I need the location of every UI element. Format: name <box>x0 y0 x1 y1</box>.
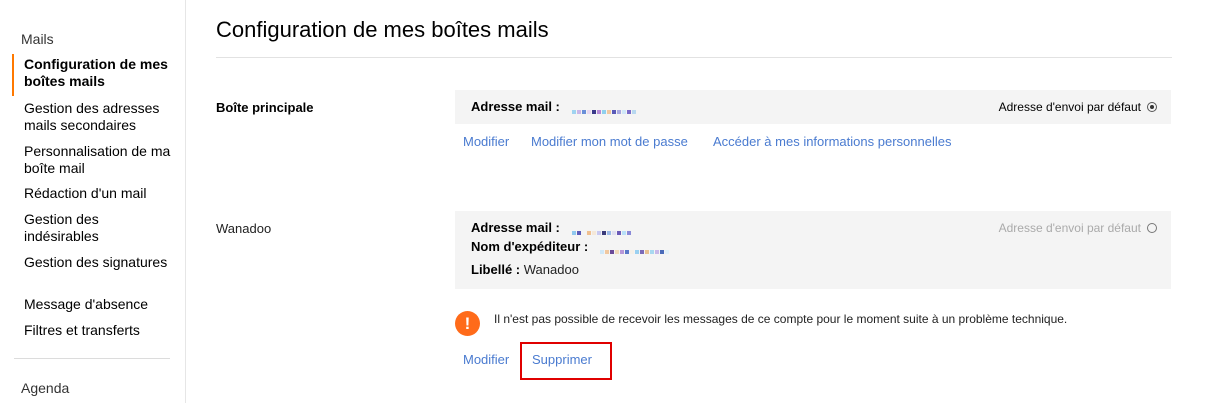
delete-highlight-box <box>520 342 612 380</box>
sidebar-item-filters[interactable]: Filtres et transferts <box>24 322 174 339</box>
address-label: Adresse mail : <box>471 220 560 235</box>
page-title: Configuration de mes boîtes mails <box>216 17 549 42</box>
wanadoo-default-sender[interactable]: Adresse d'envoi par défaut <box>999 221 1157 235</box>
default-sender-radio[interactable] <box>1147 102 1157 112</box>
sidebar-item-personalization[interactable]: Personnalisation de ma boîte mail <box>24 143 174 177</box>
sidebar-item-spam[interactable]: Gestion des indésirables <box>24 211 174 245</box>
settings-sidebar: Mails Configuration de mes boîtes mails … <box>0 0 186 403</box>
main-default-sender[interactable]: Adresse d'envoi par défaut <box>999 100 1157 114</box>
wanadoo-modify-link[interactable]: Modifier <box>463 352 509 367</box>
redacted-address <box>571 223 632 235</box>
main-address-field: Adresse mail : <box>471 99 637 114</box>
wanadoo-account-card: Adresse mail : Nom d'expéditeur : Libell… <box>455 211 1171 289</box>
tag-value: Wanadoo <box>523 262 579 277</box>
sidebar-section-agenda[interactable]: Agenda <box>21 380 69 396</box>
sidebar-item-configuration[interactable]: Configuration de mes boîtes mails <box>24 56 174 90</box>
sidebar-item-composition[interactable]: Rédaction d'un mail <box>24 185 174 202</box>
main-modify-link[interactable]: Modifier <box>463 134 509 149</box>
tag-label: Libellé : <box>471 262 521 277</box>
wanadoo-address-field: Adresse mail : <box>471 220 632 235</box>
wanadoo-sender-field: Nom d'expéditeur : <box>471 239 670 254</box>
sidebar-item-absence[interactable]: Message d'absence <box>24 296 174 313</box>
personal-info-link[interactable]: Accéder à mes informations personnelles <box>713 134 951 149</box>
sidebar-item-secondary-addresses[interactable]: Gestion des adresses mails secondaires <box>24 100 174 134</box>
sidebar-divider <box>14 358 170 359</box>
sidebar-section-mails: Mails <box>21 31 54 47</box>
default-sender-label: Adresse d'envoi par défaut <box>998 100 1141 114</box>
change-password-link[interactable]: Modifier mon mot de passe <box>531 134 688 149</box>
account-label-wanadoo: Wanadoo <box>216 221 272 236</box>
default-sender-radio[interactable] <box>1147 223 1157 233</box>
wanadoo-tag-field: Libellé : Wanadoo <box>471 262 579 277</box>
title-divider <box>216 57 1172 58</box>
redacted-sender <box>599 242 670 254</box>
warning-icon: ! <box>455 311 480 336</box>
sender-label: Nom d'expéditeur : <box>471 239 589 254</box>
address-label: Adresse mail : <box>471 99 560 114</box>
main-account-card: Adresse mail : Adresse d'envoi par défau… <box>455 90 1171 124</box>
account-label-main: Boîte principale <box>216 100 314 115</box>
technical-problem-message: Il n'est pas possible de recevoir les me… <box>494 312 1068 326</box>
default-sender-label: Adresse d'envoi par défaut <box>998 221 1141 235</box>
redacted-address <box>571 102 637 114</box>
active-indicator <box>12 54 14 96</box>
sidebar-item-signatures[interactable]: Gestion des signatures <box>24 254 174 271</box>
